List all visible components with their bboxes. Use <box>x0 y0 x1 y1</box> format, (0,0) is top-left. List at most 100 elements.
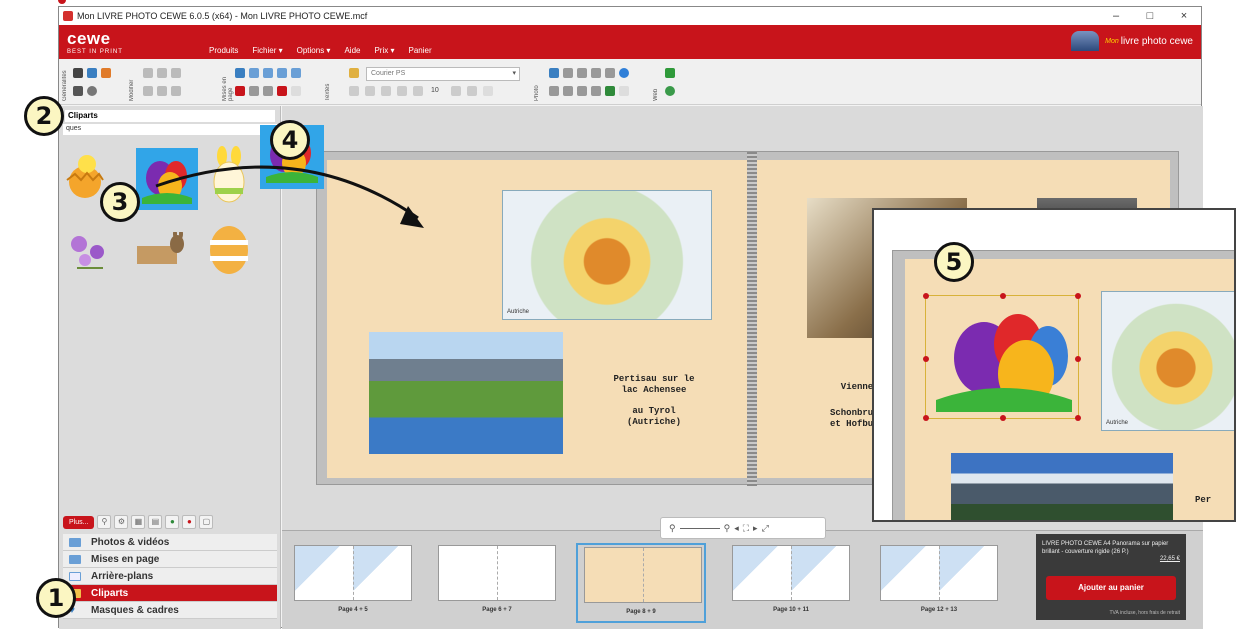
italic-icon[interactable] <box>365 86 375 96</box>
photo-edit-icon[interactable] <box>549 68 559 78</box>
thumb-page-8-9[interactable]: Page 8 + 9 <box>576 543 706 623</box>
undo-icon[interactable] <box>143 86 153 96</box>
nav-arriere-plans[interactable]: Arrière-plans <box>63 568 277 585</box>
tool-search-icon[interactable]: ⚲ <box>97 515 112 529</box>
tool-filter-icon[interactable]: ⚙ <box>114 515 129 529</box>
shrink-font-icon[interactable] <box>467 86 477 96</box>
resize-handle[interactable] <box>1075 293 1081 299</box>
nav-photos-videos[interactable]: Photos & vidéos <box>63 534 277 551</box>
export-icon[interactable] <box>73 86 83 96</box>
austria-map-photo[interactable]: Autriche <box>502 190 712 320</box>
shadow-icon[interactable] <box>577 86 587 96</box>
fit-icon[interactable]: ⛶ <box>743 523 749 534</box>
clipart-flowers[interactable] <box>67 232 113 270</box>
zoom-map-photo: Autriche <box>1101 291 1234 431</box>
brush-icon[interactable] <box>549 86 559 96</box>
add-to-cart-button[interactable]: Ajouter au panier <box>1046 576 1176 600</box>
zoom-in-icon[interactable]: ⚲ <box>724 523 731 534</box>
close-button[interactable]: × <box>1167 10 1201 22</box>
tool-delete-icon[interactable]: ▢ <box>199 515 214 529</box>
tool-red-icon[interactable]: ● <box>182 515 197 529</box>
caption-tyrol[interactable]: au Tyrol (Autriche) <box>589 406 719 428</box>
mask-icon[interactable] <box>605 86 615 96</box>
rotate-icon[interactable] <box>235 86 245 96</box>
minimize-button[interactable]: – <box>1099 10 1133 22</box>
layout-frame-icon[interactable] <box>277 68 287 78</box>
copy-icon[interactable] <box>157 68 167 78</box>
nav-mises-en-page[interactable]: Mises en page <box>63 551 277 568</box>
nav-cliparts[interactable]: Cliparts <box>63 585 277 602</box>
menu-options[interactable]: Options <box>297 46 331 55</box>
zoom-photo-icon[interactable] <box>577 68 587 78</box>
thumb-page-12-13[interactable]: Page 12 + 13 <box>874 543 1004 623</box>
plus-button[interactable]: Plus... <box>63 515 95 529</box>
paste-icon[interactable] <box>171 68 181 78</box>
caption-pertisau[interactable]: Pertisau sur le lac Achensee <box>589 374 719 396</box>
tool-list-icon[interactable]: ▤ <box>148 515 163 529</box>
layout-swap-icon[interactable] <box>291 68 301 78</box>
redo-icon[interactable] <box>157 86 167 96</box>
resize-handle[interactable] <box>923 293 929 299</box>
thumb-page-10-11[interactable]: Page 10 + 11 <box>726 543 856 623</box>
product-price[interactable]: 22,65 € <box>1160 556 1180 562</box>
cut-icon[interactable] <box>143 68 153 78</box>
web-globe-icon[interactable] <box>665 86 675 96</box>
layout-icon[interactable] <box>235 68 245 78</box>
lake-achensee-photo[interactable] <box>369 332 563 454</box>
bold-icon[interactable] <box>349 86 359 96</box>
tool-green-icon[interactable]: ● <box>165 515 180 529</box>
resize-handle[interactable] <box>1000 415 1006 421</box>
zoom-slider[interactable] <box>679 527 720 529</box>
filter-icon[interactable] <box>605 68 615 78</box>
save-icon[interactable] <box>73 68 83 78</box>
next-page-icon[interactable]: ▸ <box>753 523 758 534</box>
font-select[interactable]: Courier PS <box>366 67 520 81</box>
placed-clipart-selection[interactable] <box>923 293 1081 421</box>
align-icon[interactable] <box>249 86 259 96</box>
order-icon[interactable] <box>101 68 111 78</box>
menu-aide[interactable]: Aide <box>344 46 360 55</box>
resize-handle[interactable] <box>1075 356 1081 362</box>
layout-grid-icon[interactable] <box>263 68 273 78</box>
more-layout-icon[interactable] <box>291 86 301 96</box>
screenshot-stage: Mon LIVRE PHOTO CEWE 6.0.5 (x64) - Mon L… <box>0 0 1236 632</box>
highlight-icon[interactable] <box>413 86 423 96</box>
settings-icon[interactable] <box>87 86 97 96</box>
clipart-chick[interactable] <box>65 150 105 200</box>
resize-handle[interactable] <box>1075 415 1081 421</box>
more-text-icon[interactable] <box>483 86 493 96</box>
text-tool-icon[interactable] <box>349 68 359 78</box>
resize-handle[interactable] <box>923 356 929 362</box>
font-size-value[interactable]: 10 <box>431 87 439 94</box>
menu-produits[interactable]: Produits <box>209 46 238 55</box>
text-color-icon[interactable] <box>397 86 407 96</box>
crop-icon[interactable] <box>563 68 573 78</box>
thumb-page-6-7[interactable]: Page 6 + 7 <box>432 543 562 623</box>
redeye-icon[interactable] <box>563 86 573 96</box>
effects-icon[interactable] <box>591 68 601 78</box>
prev-page-icon[interactable]: ◂ <box>734 523 739 534</box>
frame-icon[interactable] <box>591 86 601 96</box>
more-photo-icon[interactable] <box>619 86 629 96</box>
menu-prix[interactable]: Prix <box>374 46 394 55</box>
globe-icon[interactable] <box>619 68 629 78</box>
tool-grid-icon[interactable]: ▦ <box>131 515 146 529</box>
open-icon[interactable] <box>87 68 97 78</box>
underline-icon[interactable] <box>381 86 391 96</box>
menu-panier[interactable]: Panier <box>409 46 432 55</box>
arrange-icon[interactable] <box>277 86 287 96</box>
distribute-icon[interactable] <box>263 86 273 96</box>
delete-icon[interactable] <box>171 86 181 96</box>
menu-fichier[interactable]: Fichier <box>252 46 282 55</box>
maximize-button[interactable]: □ <box>1133 10 1167 22</box>
web-share-icon[interactable] <box>665 68 675 78</box>
zoom-out-icon[interactable]: ⚲ <box>669 523 676 534</box>
thumb-page-4-5[interactable]: Page 4 + 5 <box>288 543 418 623</box>
nav-masques-cadres[interactable]: ♥ Masques & cadres <box>63 602 277 619</box>
layout-alt-icon[interactable] <box>249 68 259 78</box>
resize-handle[interactable] <box>923 415 929 421</box>
grow-font-icon[interactable] <box>451 86 461 96</box>
fullscreen-icon[interactable]: ⤢ <box>762 523 769 534</box>
resize-handle[interactable] <box>1000 293 1006 299</box>
clipart-category-select[interactable]: ques <box>63 124 277 135</box>
